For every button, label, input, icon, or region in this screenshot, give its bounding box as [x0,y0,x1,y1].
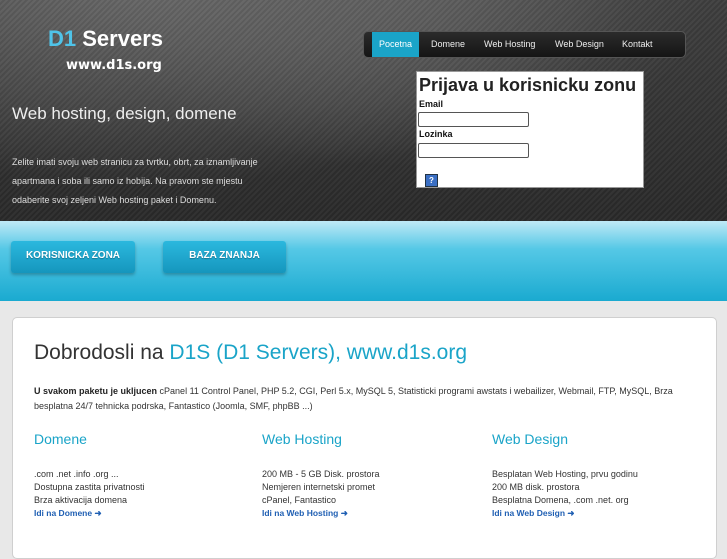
web-hosting-link[interactable]: Idi na Web Hosting ➜ [262,507,380,520]
logo-servers: Servers [82,26,163,51]
intro-text: Zelite imati svoju web stranicu za tvrtk… [12,157,258,205]
web-hosting-column: 200 MB - 5 GB Disk. prostora Nemjeren in… [262,468,380,520]
page-title: Dobrodosli na D1S (D1 Servers), www.d1s.… [34,341,467,365]
password-label: Lozinka [419,129,453,139]
domene-link[interactable]: Idi na Domene ➜ [34,507,145,520]
nav-item-domene[interactable]: Domene [431,32,465,57]
login-box: Prijava u korisnicku zonu Email Lozinka … [416,71,644,188]
list-item: 200 MB disk. prostora [492,482,580,492]
login-title: Prijava u korisnicku zonu [419,75,637,95]
password-field[interactable] [418,143,529,158]
email-label: Email [419,99,444,109]
main-nav: Pocetna Domene Web Hosting Web Design Ko… [363,31,686,58]
help-icon[interactable]: ? [425,174,438,187]
domene-column: .com .net .info .org ... Dostupna zastit… [34,468,145,520]
main-content: Dobrodosli na D1S (D1 Servers), www.d1s.… [12,317,717,559]
site-logo[interactable]: D1 Servers [48,26,163,52]
welcome-prefix: Dobrodosli na [34,341,170,364]
list-item: Dostupna zastita privatnosti [34,482,145,492]
packages-bold: U svakom paketu je ukljucen [34,386,158,396]
tagline: Web hosting, design, domene [12,104,237,123]
nav-item-pocetna[interactable]: Pocetna [372,32,420,57]
list-item: Besplatan Web Hosting, prvu godinu [492,469,638,479]
packages-info: U svakom paketu je ukljucen cPanel 11 Co… [34,384,699,414]
web-design-heading: Web Design [492,431,569,447]
web-hosting-heading: Web Hosting [262,431,342,447]
korisnicka-zona-button[interactable]: KORISNICKA ZONA [11,241,135,273]
nav-item-web-design[interactable]: Web Design [555,32,604,57]
nav-item-kontakt[interactable]: Kontakt [622,32,653,57]
email-field[interactable] [418,112,529,127]
baza-znanja-button[interactable]: BAZA ZNANJA [163,241,286,273]
welcome-highlight: D1S (D1 Servers), www.d1s.org [169,341,468,364]
list-item: Besplatna Domena, .com .net. org [492,495,629,505]
web-design-link[interactable]: Idi na Web Design ➜ [492,507,638,520]
nav-item-web-hosting[interactable]: Web Hosting [484,32,535,57]
web-design-column: Besplatan Web Hosting, prvu godinu 200 M… [492,468,638,520]
list-item: Brza aktivacija domena [34,495,128,505]
logo-d1: D1 [48,26,77,51]
site-header: D1 Servers www.d1s.org Pocetna Domene We… [0,0,727,221]
list-item: Nemjeren internetski promet [262,482,376,492]
domene-heading: Domene [34,431,87,447]
list-item: cPanel, Fantastico [262,495,337,505]
list-item: 200 MB - 5 GB Disk. prostora [262,469,380,479]
logo-url: www.d1s.org [66,58,162,73]
list-item: .com .net .info .org ... [34,469,119,479]
